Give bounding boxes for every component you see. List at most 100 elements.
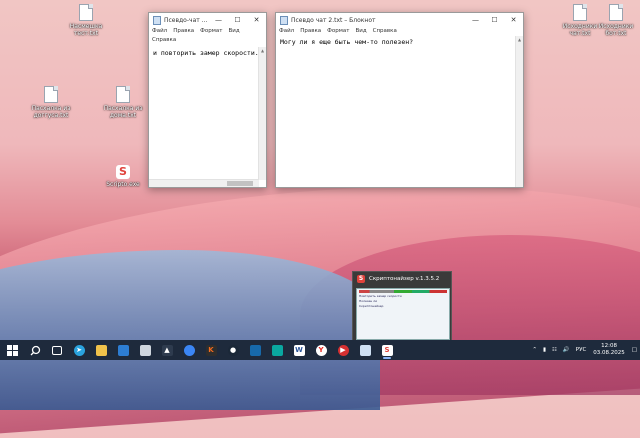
- notepad-icon: [359, 344, 371, 356]
- chevron-up-icon[interactable]: ⌃: [532, 347, 537, 353]
- app-icon: [139, 344, 151, 356]
- scripto-app-icon: S: [381, 344, 393, 356]
- taskbar-telegram[interactable]: ➤: [68, 340, 90, 360]
- network-icon[interactable]: ☷: [552, 347, 557, 353]
- taskbar-app-grey[interactable]: [134, 340, 156, 360]
- scrollbar-thumb[interactable]: [227, 181, 253, 186]
- desktop-icon-label: Scripto.exe: [106, 181, 140, 188]
- minimize-button[interactable]: —: [466, 13, 485, 27]
- desktop-icon-label: Пасхалка из дома.txt: [103, 105, 143, 119]
- menu-help[interactable]: Справка: [152, 37, 176, 43]
- notepad-window-1[interactable]: Псевдо-чат ... — ☐ ✕ Файл Правка Формат Вид…: [148, 12, 267, 188]
- notepad-window-2[interactable]: Псевдо чат 2.txt – Блокнот — ☐ ✕ Файл Пра…: [275, 12, 524, 188]
- text-editor[interactable]: Могу ли я еще быть чем-то полезен?: [276, 36, 516, 187]
- task-view-icon: [52, 345, 62, 355]
- title-bar[interactable]: Псевдо чат 2.txt – Блокнот — ☐ ✕: [276, 13, 523, 27]
- scroll-up-icon[interactable]: ▲: [259, 47, 266, 54]
- search-button[interactable]: [24, 340, 46, 360]
- clock-date: 03.08.2025: [593, 350, 625, 356]
- word-icon: W: [293, 344, 305, 356]
- taskbar-browser[interactable]: [178, 340, 200, 360]
- battery-icon[interactable]: ▮: [543, 347, 546, 353]
- task-view-button[interactable]: [46, 340, 68, 360]
- menu-view[interactable]: Вид: [228, 28, 239, 34]
- taskbar-app-grid[interactable]: [244, 340, 266, 360]
- notepad-icon: [280, 15, 288, 25]
- desktop-icon-3[interactable]: Пасхалка из дома.txt: [94, 86, 152, 119]
- clock-time: 12:08: [601, 343, 617, 349]
- preview-line: Полезен ли: [359, 299, 378, 303]
- desktop-icon-4[interactable]: S Scripto.exe: [94, 165, 152, 188]
- text-file-icon: [79, 4, 93, 21]
- menu-file[interactable]: Файл: [279, 28, 294, 34]
- taskbar-steam[interactable]: ●: [222, 340, 244, 360]
- preview-title: Скриптонайзер v.1.3.5.2: [369, 276, 440, 282]
- taskbar-scripto[interactable]: S: [376, 340, 398, 360]
- search-icon: [30, 345, 40, 355]
- notepad-icon: [153, 15, 161, 25]
- close-button[interactable]: ✕: [504, 13, 523, 27]
- title-bar[interactable]: Псевдо-чат ... — ☐ ✕: [149, 13, 266, 27]
- taskbar-media[interactable]: ▶: [332, 340, 354, 360]
- scripto-app-icon: S: [116, 165, 130, 179]
- menu-bar-row2: Справка: [149, 36, 266, 45]
- desktop-icon-1[interactable]: Насмешка тест.txt: [57, 4, 115, 37]
- taskbar-games[interactable]: ▲: [156, 340, 178, 360]
- menu-edit[interactable]: Правка: [173, 28, 194, 34]
- taskbar-thumbnail-preview[interactable]: S Скриптонайзер v.1.3.5.2 Повторить заме…: [352, 271, 452, 342]
- start-button[interactable]: [0, 340, 24, 360]
- volume-icon[interactable]: 🔊: [563, 347, 570, 353]
- play-icon: ▶: [337, 344, 349, 356]
- close-button[interactable]: ✕: [247, 13, 266, 27]
- text-file-icon: [609, 4, 623, 21]
- taskbar-mail[interactable]: [112, 340, 134, 360]
- horizontal-scrollbar[interactable]: [149, 179, 259, 187]
- taskbar: ➤ ▲ K ● W Y ▶ S ⌃ ▮ ☷ 🔊 РУС 12:08 03.08.…: [0, 340, 640, 360]
- menu-bar: Файл Правка Формат Вид: [149, 27, 266, 36]
- app-icon: [271, 344, 283, 356]
- menu-view[interactable]: Вид: [355, 28, 366, 34]
- desktop-icon-6[interactable]: Исходники бот.txt: [587, 4, 640, 37]
- preview-toolbar: [359, 290, 447, 293]
- desktop-icon-label: Насмешка тест.txt: [69, 23, 103, 37]
- yandex-icon: Y: [315, 344, 327, 356]
- taskbar-files[interactable]: [90, 340, 112, 360]
- minimize-button[interactable]: —: [209, 13, 228, 27]
- vertical-scrollbar[interactable]: ▲: [258, 47, 266, 180]
- telegram-icon: ➤: [73, 344, 85, 356]
- maximize-button[interactable]: ☐: [228, 13, 247, 27]
- taskbar-app-teal[interactable]: [266, 340, 288, 360]
- taskbar-notepad[interactable]: [354, 340, 376, 360]
- menu-bar: Файл Правка Формат Вид Справка: [276, 27, 523, 36]
- clock[interactable]: 12:08 03.08.2025: [593, 343, 625, 357]
- desktop-icon-label: Исходники бот.txt: [598, 23, 634, 37]
- scroll-up-icon[interactable]: ▲: [516, 36, 523, 43]
- preview-content: Повторить замер скорости Полезен ли Скри…: [356, 288, 450, 340]
- steam-icon: ●: [227, 344, 239, 356]
- taskbar-app-word[interactable]: W: [288, 340, 310, 360]
- taskbar-yandex[interactable]: Y: [310, 340, 332, 360]
- gamepad-icon: ▲: [161, 344, 173, 356]
- desktop-icon-2[interactable]: Пасхалка из доггуса.txt: [22, 86, 80, 119]
- maximize-button[interactable]: ☐: [485, 13, 504, 27]
- text-file-icon: [44, 86, 58, 103]
- app-icon: K: [205, 344, 217, 356]
- preview-line: Повторить замер скорости: [359, 294, 402, 298]
- menu-help[interactable]: Справка: [373, 28, 397, 34]
- menu-edit[interactable]: Правка: [300, 28, 321, 34]
- preview-line: Скриптонайзер: [359, 304, 384, 308]
- menu-file[interactable]: Файл: [152, 28, 167, 34]
- vertical-scrollbar[interactable]: ▲: [515, 36, 523, 187]
- language-indicator[interactable]: РУС: [576, 347, 587, 353]
- menu-format[interactable]: Формат: [200, 28, 222, 34]
- text-file-icon: [573, 4, 587, 21]
- browser-icon: [183, 344, 195, 356]
- grid-icon: [249, 344, 261, 356]
- notification-icon[interactable]: □: [632, 347, 637, 353]
- menu-format[interactable]: Формат: [327, 28, 349, 34]
- window-title: Псевдо-чат ...: [164, 16, 208, 24]
- taskbar-app-orange[interactable]: K: [200, 340, 222, 360]
- scripto-app-icon: S: [357, 275, 365, 283]
- text-editor[interactable]: и повторить замер скорости.: [149, 47, 259, 180]
- windows-logo-icon: [6, 344, 18, 356]
